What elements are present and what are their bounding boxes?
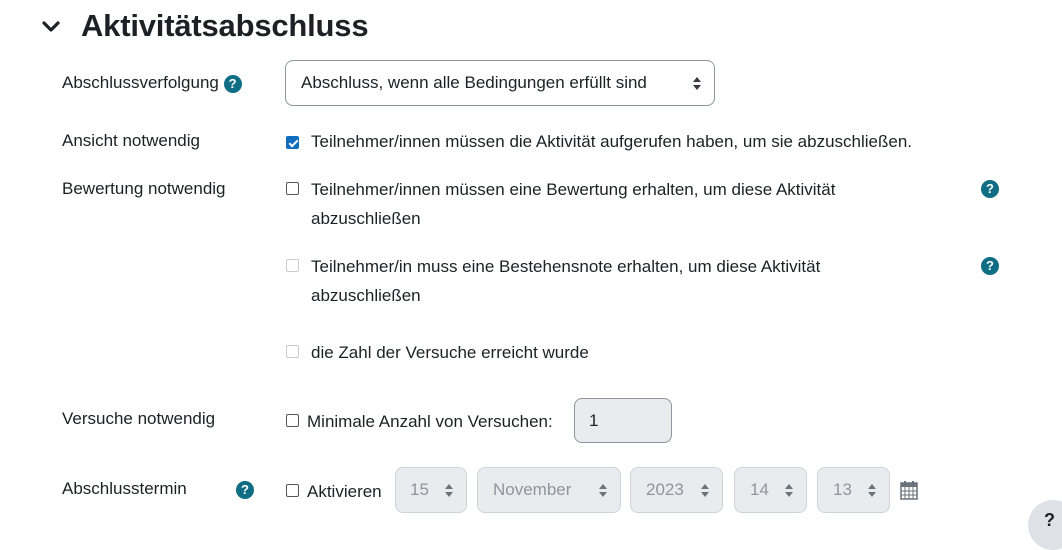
attempts-exhausted-checkbox[interactable]: [286, 345, 299, 358]
passing-grade-checkbox[interactable]: [286, 259, 299, 272]
sort-arrows-icon: [701, 483, 710, 497]
receive-grade-checkbox[interactable]: [286, 182, 299, 195]
completion-tracking-select[interactable]: Abschluss, wenn alle Bedingungen erfüllt…: [285, 60, 715, 106]
enable-date-checkbox[interactable]: [286, 484, 299, 497]
chevron-down-icon[interactable]: [40, 15, 62, 37]
passing-grade-text-line2: abzuschließen: [311, 286, 421, 305]
completion-date-help-icon[interactable]: ?: [236, 481, 254, 499]
receive-grade-text: Teilnehmer/innen müssen eine Bewertung e…: [311, 175, 835, 233]
receive-grade-text-line2: abzuschließen: [311, 209, 421, 228]
minute-value: 13: [833, 480, 852, 499]
section-header[interactable]: Aktivitätsabschluss: [40, 8, 369, 44]
section-title: Aktivitätsabschluss: [81, 8, 369, 43]
view-required-checkbox[interactable]: [286, 136, 299, 149]
hour-select[interactable]: 14: [734, 467, 807, 513]
completion-tracking-value: Abschluss, wenn alle Bedingungen erfüllt…: [301, 73, 647, 92]
day-value: 15: [410, 480, 429, 499]
enable-date-label: Aktivieren: [307, 482, 382, 501]
completion-tracking-label: Abschlussverfolgung ?: [62, 73, 242, 93]
sort-arrows-icon: [693, 76, 702, 90]
passing-grade-text: Teilnehmer/in muss eine Bestehensnote er…: [311, 252, 820, 310]
view-required-text: Teilnehmer/innen müssen die Aktivität au…: [311, 132, 913, 151]
month-select[interactable]: November: [477, 467, 621, 513]
min-attempts-input[interactable]: 1: [574, 398, 672, 443]
day-select[interactable]: 15: [395, 467, 467, 513]
calendar-icon[interactable]: [900, 480, 918, 500]
sort-arrows-icon: [445, 483, 454, 497]
receive-grade-text-line1: Teilnehmer/innen müssen eine Bewertung e…: [311, 180, 836, 199]
min-attempts-checkbox[interactable]: [286, 414, 299, 427]
attempts-exhausted-text: die Zahl der Versuche erreicht wurde: [311, 343, 589, 362]
completion-date-label: Abschlusstermin: [62, 479, 187, 498]
minute-select[interactable]: 13: [817, 467, 890, 513]
sort-arrows-icon: [868, 483, 877, 497]
min-attempts-label: Minimale Anzahl von Versuchen:: [307, 412, 553, 431]
min-attempts-value: 1: [589, 410, 599, 430]
attempts-required-label: Versuche notwendig: [62, 409, 216, 428]
grade-required-label: Bewertung notwendig: [62, 179, 226, 198]
help-icon[interactable]: ?: [223, 74, 242, 93]
hour-value: 14: [750, 480, 769, 499]
completion-tracking-label-text: Abschlussverfolgung: [62, 73, 219, 92]
floating-help-label: ?: [1044, 510, 1055, 530]
passing-grade-help-icon[interactable]: ?: [981, 257, 999, 275]
view-required-label: Ansicht notwendig: [62, 131, 200, 150]
floating-help-button[interactable]: ?: [1028, 500, 1062, 550]
sort-arrows-icon: [599, 483, 608, 497]
sort-arrows-icon: [785, 483, 794, 497]
year-value: 2023: [646, 480, 684, 499]
receive-grade-help-icon[interactable]: ?: [981, 180, 999, 198]
year-select[interactable]: 2023: [630, 467, 723, 513]
passing-grade-text-line1: Teilnehmer/in muss eine Bestehensnote er…: [311, 257, 821, 276]
month-value: November: [493, 480, 572, 499]
